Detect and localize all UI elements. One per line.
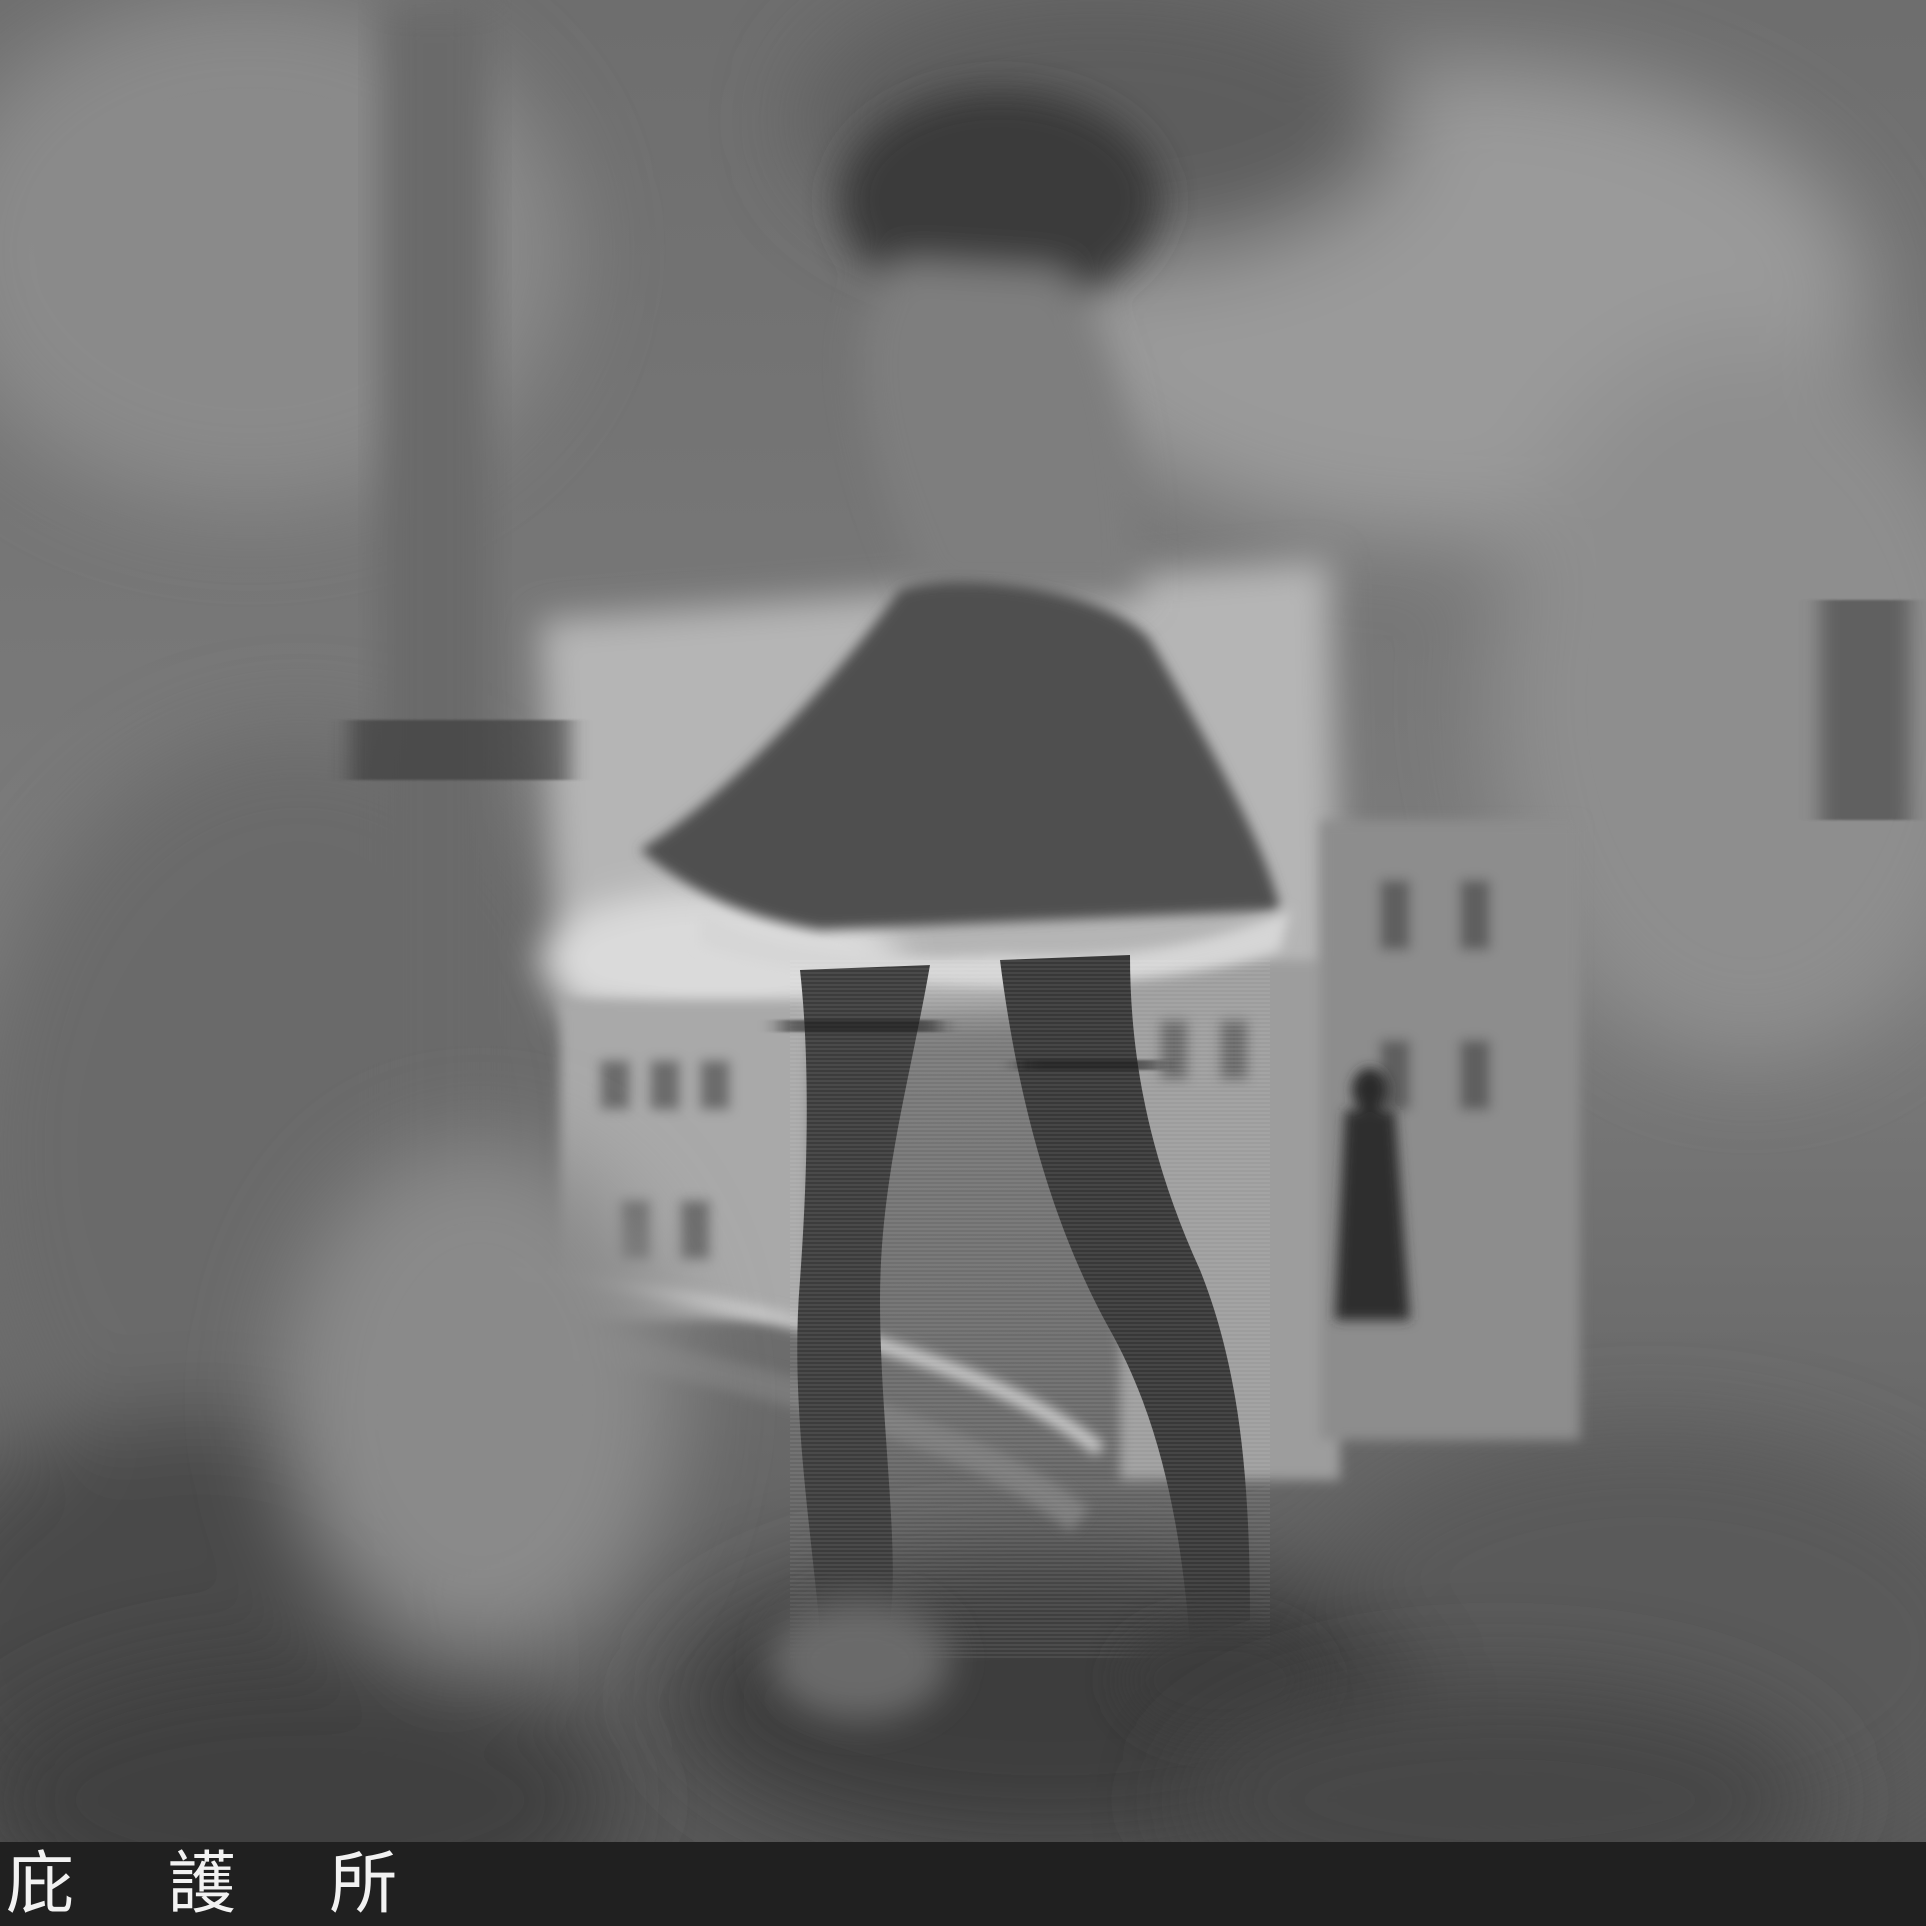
blurred-grayscale-photo (0, 0, 1926, 1926)
caption-title: 庇 護 所 (6, 1845, 434, 1924)
scene-illustration (0, 0, 1926, 1926)
caption-bar: 庇 護 所 (0, 1842, 1926, 1926)
